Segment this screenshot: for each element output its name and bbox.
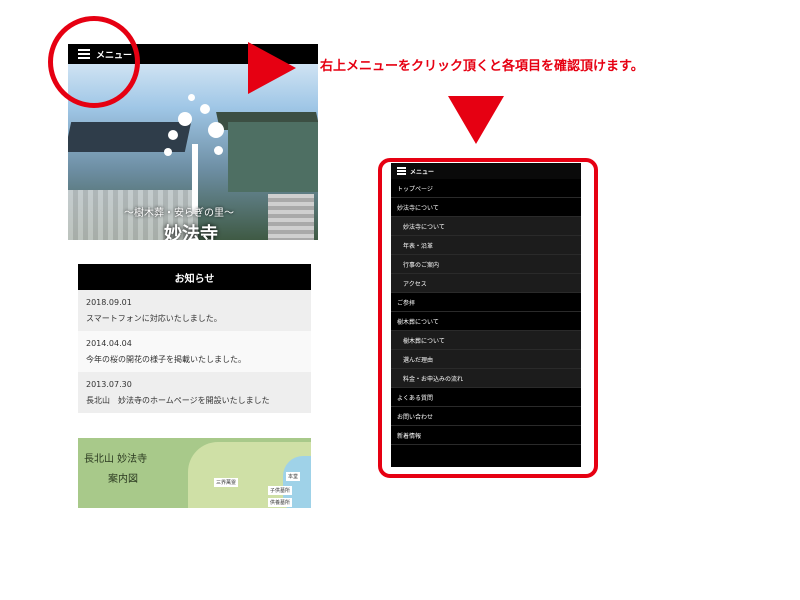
menu-item-top[interactable]: トップページ (391, 179, 581, 198)
tree-logo-dot (200, 104, 210, 114)
news-item[interactable]: 2013.07.30 長北山 妙法寺のホームページを開設いたしました (78, 372, 311, 413)
menu-item-tree-burial[interactable]: 樹木葬について (391, 312, 581, 331)
news-date: 2013.07.30 (86, 380, 132, 389)
tree-logo-dot (164, 148, 172, 156)
tree-logo-dot (168, 130, 178, 140)
menu-item-visit[interactable]: ご参拝 (391, 293, 581, 312)
map-label: 三界萬霊 (214, 478, 239, 487)
arrow-right-icon (248, 42, 296, 94)
news-panel: お知らせ 2018.09.01 スマートフォンに対応いたしました。 2014.0… (78, 264, 311, 413)
tree-logo-dot (214, 146, 223, 155)
news-date: 2018.09.01 (86, 298, 132, 307)
menu-subitem-tree-burial[interactable]: 樹木葬について (391, 331, 581, 350)
map-label: 本堂 (286, 472, 301, 481)
news-text: 長北山 妙法寺のホームページを開設いたしました (86, 396, 270, 405)
temple-steps (268, 194, 314, 240)
map-subtitle: 案内図 (108, 474, 138, 485)
news-title: お知らせ (78, 264, 311, 290)
menu-subitem-history[interactable]: 年表・沿革 (391, 236, 581, 255)
menu-item-about[interactable]: 妙法寺について (391, 198, 581, 217)
menu-subitem-events[interactable]: 行事のご案内 (391, 255, 581, 274)
instruction-text: 右上メニューをクリック頂くと各項目を確認頂けます。 (320, 59, 644, 74)
menu-item-news[interactable]: 新着情報 (391, 426, 581, 445)
news-text: 今年の桜の開花の様子を掲載いたしました。 (86, 355, 246, 364)
map-label: 子供墓所 (268, 486, 293, 495)
guide-map[interactable]: 長北山 妙法寺 案内図 本堂 三界萬霊 子供墓所 供養墓所 (78, 438, 311, 508)
hero-tagline: ～樹木葬・安らぎの里～ (124, 208, 234, 219)
hero-temple-name: 妙法寺 (164, 224, 218, 240)
map-title: 長北山 妙法寺 (84, 454, 148, 465)
temple-building (228, 122, 318, 192)
menu-subitem-about[interactable]: 妙法寺について (391, 217, 581, 236)
news-text: スマートフォンに対応いたしました。 (86, 314, 222, 323)
arrow-down-icon (448, 96, 504, 144)
menu-subitem-reasons[interactable]: 選んだ理由 (391, 350, 581, 369)
tree-logo-dot (208, 122, 224, 138)
tree-logo-dot (178, 112, 192, 126)
news-item[interactable]: 2014.04.04 今年の桜の開花の様子を掲載いたしました。 (78, 331, 311, 372)
menu-subitem-pricing[interactable]: 料金・お申込みの流れ (391, 369, 581, 388)
menu-item-faq[interactable]: よくある質問 (391, 388, 581, 407)
highlight-circle (48, 16, 140, 108)
news-item[interactable]: 2018.09.01 スマートフォンに対応いたしました。 (78, 290, 311, 331)
menu-subitem-access[interactable]: アクセス (391, 274, 581, 293)
menu-item-contact[interactable]: お問い合わせ (391, 407, 581, 426)
open-menu-panel: メニュー トップページ 妙法寺について 妙法寺について 年表・沿革 行事のご案内… (391, 163, 581, 467)
hamburger-menu-icon[interactable] (397, 167, 406, 175)
menu-panel-header: メニュー (391, 163, 581, 179)
map-label: 供養墓所 (268, 498, 293, 507)
tree-logo-dot (188, 94, 195, 101)
news-date: 2014.04.04 (86, 339, 132, 348)
menu-panel-label: メニュー (410, 168, 435, 176)
